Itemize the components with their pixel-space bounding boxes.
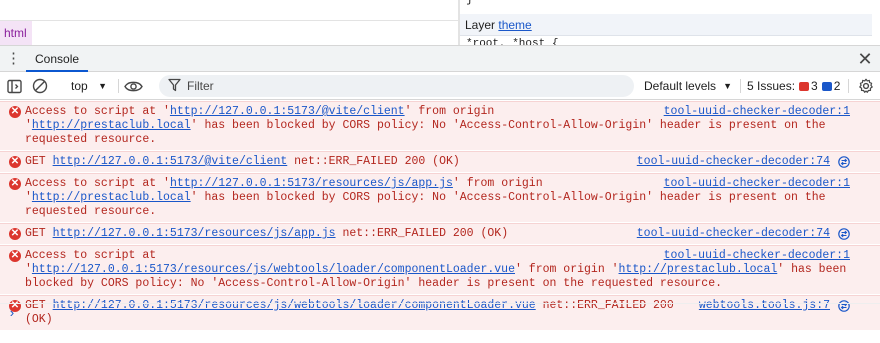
elements-panel-remnant: html } Layer theme *root, *host { [0,0,880,45]
issues-error-count: 3 [811,79,818,93]
console-messages: ✕ tool-uuid-checker-decoder:1 Access to sc… [0,101,880,331]
breadcrumb: html [0,21,458,45]
filter-box [159,75,634,97]
layer-row: Layer theme [460,14,872,36]
console-error-cors[interactable]: ✕ tool-uuid-checker-decoder:1 Access to sc… [0,101,880,150]
gear-icon[interactable] [857,77,875,95]
issues-info-badge: 2 [821,77,841,95]
source-link[interactable]: tool-uuid-checker-decoder:74 [637,227,830,241]
error-icon: ✕ [9,228,21,240]
filter-input[interactable] [187,75,607,97]
issues-error-badge: 3 [799,77,818,95]
log-levels-value: Default levels [644,79,717,93]
message-text: net::ERR_FAILED 200 (OK) [287,155,460,168]
error-icon: ✕ [9,250,21,262]
origin-link[interactable]: http://prestaclub.local [619,263,778,276]
network-request-icon[interactable] [838,228,850,240]
clear-console-icon[interactable] [31,77,49,95]
log-levels-select[interactable]: Default levels ▼ [644,77,736,95]
resource-url-link[interactable]: http://127.0.0.1:5173/resources/js/app.j… [53,227,336,240]
resource-url-link[interactable]: http://127.0.0.1:5173/@vite/client [53,155,288,168]
info-square-icon [821,81,832,91]
source-link[interactable]: tool-uuid-checker-decoder:1 [664,177,850,191]
origin-link[interactable]: http://prestaclub.local [32,191,191,204]
kebab-menu-icon[interactable]: ⋮ [6,50,21,68]
resource-url-link[interactable]: http://127.0.0.1:5173/@vite/client [170,105,405,118]
layer-label: Layer [465,18,496,32]
message-text: ' from origin ' [515,263,619,276]
message-text: Access to script at ' [25,105,170,118]
console-error-cors[interactable]: ✕ tool-uuid-checker-decoder:1 Access to sc… [0,245,880,294]
error-square-icon [799,81,810,91]
css-rule-peek: *root, *host { [466,38,559,45]
context-value: top [71,79,88,93]
message-text: net::ERR_FAILED 200 (OK) [335,227,509,240]
breadcrumb-item-html[interactable]: html [0,21,32,45]
console-toolbar: top ▼ Default levels ▼ 5 Issues: 3 2 [0,72,880,100]
issues-counter[interactable]: 5 Issues: 3 2 [747,77,840,95]
source-link[interactable]: tool-uuid-checker-decoder:1 [664,105,850,119]
prompt-chevron-icon: › [8,306,16,321]
message-text: GET [25,227,53,240]
error-icon: ✕ [9,156,21,168]
tab-console[interactable]: Console [26,46,89,72]
issues-label: 5 Issues: [747,79,796,93]
error-icon: ✕ [9,178,21,190]
filter-icon [168,78,182,94]
toolbar-divider [740,79,741,93]
origin-link[interactable]: http://prestaclub.local [32,119,191,132]
styles-closing-brace: } [466,0,473,6]
network-request-icon[interactable] [838,156,850,168]
caret-down-icon: ▼ [723,81,732,91]
styles-pane: } Layer theme *root, *host { [460,0,880,45]
close-icon[interactable]: ✕ [856,49,874,69]
source-link[interactable]: tool-uuid-checker-decoder:1 [664,249,850,263]
resource-url-link[interactable]: http://127.0.0.1:5173/resources/js/webto… [32,263,515,276]
context-select[interactable]: top ▼ [62,77,116,95]
toolbar-divider [118,79,119,93]
console-error-cors[interactable]: ✕ tool-uuid-checker-decoder:1 Access to sc… [0,173,880,222]
console-error-get[interactable]: ✕ tool-uuid-checker-decoder:74 GET http://… [0,223,880,244]
resource-url-link[interactable]: http://127.0.0.1:5173/resources/js/app.j… [170,177,453,190]
layer-theme-link[interactable]: theme [498,18,531,32]
message-text: GET [25,155,53,168]
toolbar-divider [848,79,849,93]
caret-down-icon: ▼ [98,81,107,91]
error-icon: ✕ [9,106,21,118]
source-link[interactable]: tool-uuid-checker-decoder:74 [637,155,830,169]
console-error-get[interactable]: ✕ tool-uuid-checker-decoder:74 GET http://… [0,151,880,172]
sidebar-toggle-icon[interactable] [6,77,22,95]
message-text: Access to script at ' [25,177,170,190]
issues-info-count: 2 [833,79,841,93]
console-prompt[interactable]: › [0,303,880,325]
eye-icon[interactable] [123,77,143,95]
drawer-tab-bar: ⋮ Console ✕ [0,45,880,72]
